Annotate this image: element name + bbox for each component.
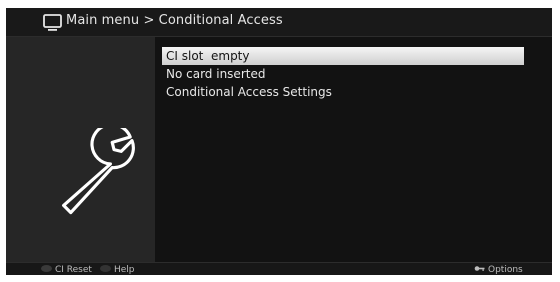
page-title: Main menu > Conditional Access <box>66 13 283 28</box>
menu-item-label: Conditional Access Settings <box>166 85 332 99</box>
wrench-icon <box>62 128 135 215</box>
tv-icon <box>43 14 62 31</box>
menu-item-ci-slot[interactable]: CI slot empty <box>162 47 524 65</box>
menu-list: CI slot empty No card inserted Condition… <box>162 47 524 101</box>
green-key-icon <box>100 265 111 272</box>
options-button[interactable]: Options <box>474 263 523 275</box>
help-label: Help <box>114 265 135 275</box>
menu-item-label: No card inserted <box>166 67 266 81</box>
menu-item-label: CI slot empty <box>166 49 250 63</box>
tv-screen: Main menu > Conditional Access CI slot e… <box>6 8 552 275</box>
menu-item-ca-settings[interactable]: Conditional Access Settings <box>162 83 524 101</box>
menu-item-card-status[interactable]: No card inserted <box>162 65 524 83</box>
footer-bar: CI Reset Help Options <box>6 262 552 275</box>
key-icon <box>474 266 485 271</box>
red-key-icon <box>41 265 52 272</box>
help-button[interactable]: Help <box>100 263 135 275</box>
options-label: Options <box>488 265 523 275</box>
ci-reset-button[interactable]: CI Reset <box>41 263 92 275</box>
ci-reset-label: CI Reset <box>55 265 92 275</box>
header-bar: Main menu > Conditional Access <box>6 8 552 37</box>
left-panel <box>6 37 155 262</box>
